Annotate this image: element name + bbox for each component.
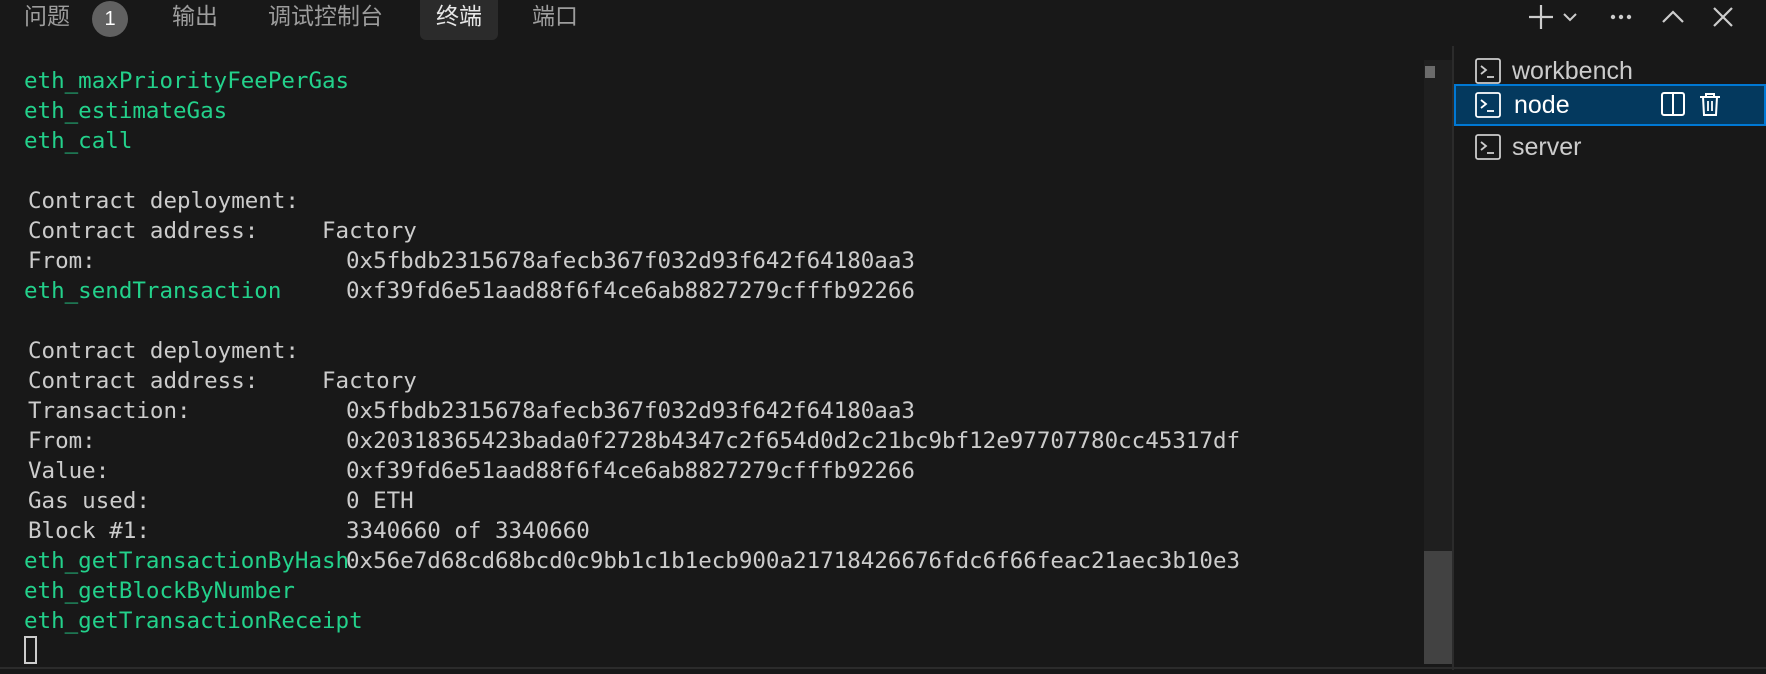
split-terminal-icon[interactable]	[1659, 90, 1687, 118]
terminal-icon	[1475, 92, 1501, 118]
maximize-panel-icon[interactable]	[1656, 0, 1690, 34]
tab-terminal[interactable]: 终端	[420, 0, 498, 40]
field-value: 0xf39fd6e51aad88f6f4ce6ab8827279cfffb922…	[346, 278, 915, 304]
terminal-line: Contract address: 0x5fbdb2315678afecb367…	[0, 186, 1400, 274]
panel-tab-bar: 问题 1 输出 调试控制台 终端 端口	[0, 0, 1766, 40]
terminal-line: eth_getTransactionByHash	[24, 548, 350, 574]
terminal-tab-label: server	[1512, 133, 1582, 161]
tab-problems-label: 问题	[24, 4, 70, 30]
tab-ports[interactable]: 端口	[532, 0, 578, 40]
tab-debug-console[interactable]: 调试控制台	[268, 0, 383, 40]
panel-bottom-border	[0, 667, 1766, 669]
close-icon[interactable]	[1706, 0, 1740, 34]
terminal-tab-node[interactable]: node	[1454, 84, 1766, 126]
terminal-icon	[1475, 134, 1501, 160]
terminal-line: Transaction: 0x20318365423bada0f2728b434…	[0, 366, 1400, 454]
terminal-line: eth_getBlockByNumber	[24, 578, 295, 604]
terminal-line: eth_getTransactionReceipt	[24, 608, 363, 634]
terminal-line: Contract address: 0x5fbdb2315678afecb367…	[0, 336, 1400, 424]
terminal-tab-server[interactable]: server	[1454, 126, 1766, 168]
terminal-line: Gas used: 3340660 of 3340660	[0, 456, 1400, 544]
tab-output-label: 输出	[172, 4, 218, 30]
terminal-tab-label: node	[1514, 91, 1570, 119]
field-value: 0x5fbdb2315678afecb367f032d93f642f64180a…	[346, 248, 915, 274]
tab-debug-console-label: 调试控制台	[268, 4, 383, 30]
field-value: 3340660 of 3340660	[346, 518, 590, 544]
terminal-line: Contract deployment: Factory	[0, 156, 1400, 244]
terminal-line: eth_call	[24, 128, 133, 154]
problems-count-badge: 1	[92, 1, 128, 37]
tab-ports-label: 端口	[532, 4, 578, 30]
terminal-line: eth_sendTransaction	[24, 278, 282, 304]
field-value: 0x56e7d68cd68bcd0c9bb1c1b1ecb900a2171842…	[346, 548, 1241, 574]
terminal-line: Contract deployment: Factory	[0, 306, 1400, 394]
terminal-icon	[1475, 58, 1501, 84]
terminal-output[interactable]: eth_maxPriorityFeePerGas eth_estimateGas…	[0, 54, 1424, 670]
trash-icon[interactable]	[1696, 90, 1724, 118]
terminal-line: eth_estimateGas	[24, 98, 228, 124]
terminal-cursor	[24, 636, 37, 664]
chevron-down-icon[interactable]	[1556, 0, 1584, 34]
terminal-line: From: 0xf39fd6e51aad88f6f4ce6ab8827279cf…	[0, 396, 1400, 484]
terminal-line: From: 0xf39fd6e51aad88f6f4ce6ab8827279cf…	[0, 216, 1400, 304]
terminal-line: Block #1: 0x56e7d68cd68bcd0c9bb1c1b1ecb9…	[0, 486, 1400, 574]
scrollbar-marker	[1425, 66, 1435, 78]
terminal-line: eth_maxPriorityFeePerGas	[24, 68, 350, 94]
tab-terminal-label: 终端	[436, 4, 482, 30]
scrollbar-thumb[interactable]	[1424, 551, 1452, 664]
field-label: Block #1:	[28, 518, 150, 544]
terminal-line: Value: 0 ETH	[0, 426, 1400, 514]
tab-output[interactable]: 输出	[172, 0, 218, 40]
add-terminal-icon[interactable]	[1524, 0, 1558, 34]
more-icon[interactable]	[1604, 0, 1638, 34]
field-label: From:	[28, 248, 96, 274]
tab-problems[interactable]: 问题	[24, 0, 70, 40]
